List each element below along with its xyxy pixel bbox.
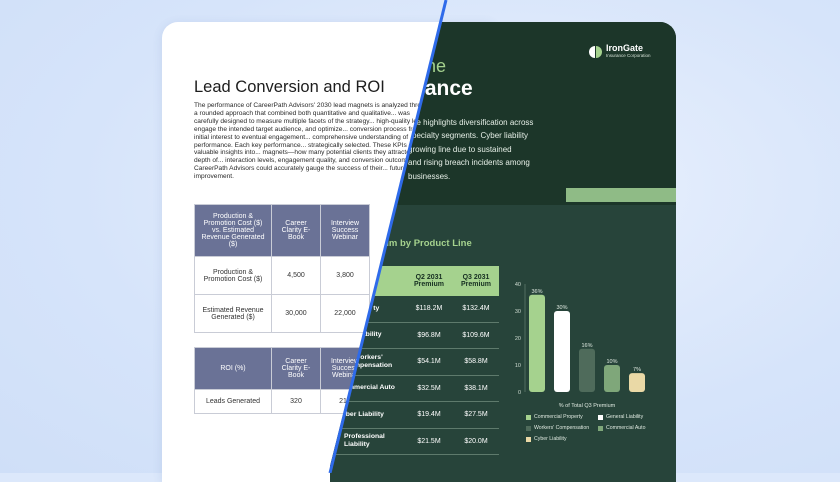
table-cell: Production & Promotion Cost ($) bbox=[194, 256, 272, 295]
y-tick-label: 20 bbox=[515, 336, 521, 342]
company-logo: IronGate Insurance Corporation bbox=[588, 44, 651, 59]
x-axis-label: % of Total Q3 Premium bbox=[559, 403, 616, 409]
table-cell: $58.8M bbox=[453, 348, 499, 376]
y-tick-label: 0 bbox=[518, 390, 521, 396]
legend-item: Commercial Auto bbox=[598, 425, 646, 431]
table-cell: Estimated Revenue Generated ($) bbox=[194, 294, 272, 333]
logo-mark-icon bbox=[588, 45, 602, 59]
accent-bar bbox=[566, 188, 676, 202]
table-cell: $27.5M bbox=[453, 401, 499, 429]
bar-value-label: 7% bbox=[633, 367, 641, 373]
logo-name: IronGate bbox=[606, 43, 644, 53]
legend-swatch bbox=[526, 425, 531, 431]
legend-label: Cyber Liability bbox=[534, 436, 567, 442]
table-header-cell: Q3 2031 Premium bbox=[453, 266, 499, 296]
logo-subtitle: Insurance Corporation bbox=[606, 53, 651, 58]
table-cell: $20.0M bbox=[453, 428, 499, 455]
y-tick-label: 10 bbox=[515, 363, 521, 369]
table-cell: $38.1M bbox=[453, 375, 499, 402]
table-cell: $132.4M bbox=[453, 296, 499, 323]
split-divider bbox=[328, 0, 448, 473]
legend-label: Workers' Compensation bbox=[534, 425, 590, 431]
bar-value-label: 10% bbox=[606, 359, 617, 365]
bar-value-label: 30% bbox=[556, 305, 567, 311]
bar-2 bbox=[554, 311, 570, 392]
bar-value-label: 36% bbox=[531, 289, 542, 295]
table-cell: 4,500 bbox=[271, 256, 321, 295]
table-header-cell: ROI (%) bbox=[194, 347, 272, 390]
premium-share-chart: 0 10 20 30 40 36% 30% 16% 10% 7% % of Total Q3 Pre… bbox=[515, 282, 645, 409]
table-cell: 320 bbox=[271, 389, 321, 414]
legend-swatch bbox=[526, 436, 531, 442]
legend-swatch bbox=[598, 414, 603, 420]
table-cell: $109.6M bbox=[453, 322, 499, 349]
bar-3 bbox=[579, 348, 595, 392]
legend-item: Workers' Compensation bbox=[526, 425, 589, 431]
legend-label: Commercial Property bbox=[534, 414, 583, 420]
bar-5 bbox=[629, 373, 645, 392]
table-header-cell: Career Clarity E-Book bbox=[271, 347, 321, 390]
table-cell: Leads Generated bbox=[194, 389, 272, 414]
y-tick-label: 40 bbox=[515, 282, 521, 288]
bar-value-label: 16% bbox=[581, 343, 592, 349]
bar-4 bbox=[604, 365, 620, 392]
legend-item: General Liability bbox=[598, 414, 643, 420]
legend-item: Cyber Liability bbox=[526, 436, 567, 442]
table-header-cell: Production & Promotion Cost ($) vs. Esti… bbox=[194, 204, 272, 257]
legend-label: Commercial Auto bbox=[606, 425, 646, 431]
legend-label: General Liability bbox=[606, 414, 644, 420]
legend-swatch bbox=[526, 414, 531, 420]
bar-1 bbox=[529, 294, 545, 392]
y-tick-label: 30 bbox=[515, 309, 521, 315]
legend-item: Commercial Property bbox=[526, 414, 583, 420]
legend-swatch bbox=[598, 425, 603, 431]
table-header-cell: Career Clarity E-Book bbox=[271, 204, 321, 257]
table-cell: 30,000 bbox=[271, 294, 321, 333]
